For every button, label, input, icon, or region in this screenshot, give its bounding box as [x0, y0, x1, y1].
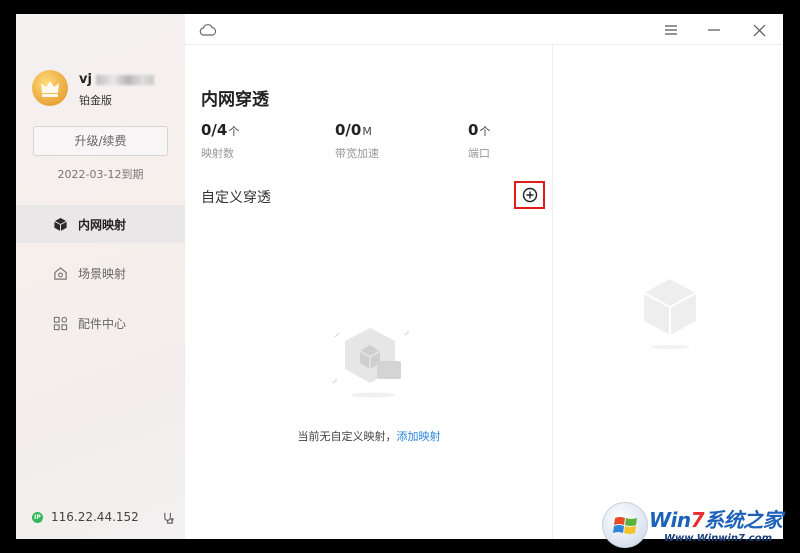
stat-mappings: 0/4个 映射数	[201, 120, 239, 161]
menu-icon[interactable]	[662, 21, 680, 39]
watermark-text-prefix: Win	[649, 508, 691, 532]
add-mapping-button[interactable]	[514, 181, 545, 209]
tier-label: 铂金版	[79, 94, 112, 107]
username: vj	[79, 72, 174, 87]
username-text: vj	[79, 72, 92, 87]
detail-panel	[554, 45, 783, 539]
main-panel: 内网穿透 0/4个 映射数 0/0M 带宽加速 0个 端口 自定义穿透 当前无自…	[185, 45, 553, 539]
stat-value: 0/4	[201, 121, 228, 139]
ip-address: IP 116.22.44.152	[32, 510, 139, 524]
stat-unit: 个	[479, 125, 491, 138]
cube-placeholder-icon	[640, 275, 700, 359]
username-blurred	[95, 74, 154, 85]
app-window: vj 铂金版 升级/续费 2022-03-12到期 内网映射 场景映射 配件中心…	[16, 14, 783, 539]
grid-icon	[52, 315, 68, 331]
empty-state-illustration	[325, 323, 415, 407]
stat-label: 映射数	[201, 147, 234, 160]
sidebar: vj 铂金版 升级/续费 2022-03-12到期 内网映射 场景映射 配件中心…	[16, 14, 185, 539]
crown-icon	[41, 81, 59, 97]
home-icon	[52, 265, 68, 281]
stat-label: 带宽加速	[335, 147, 379, 160]
stat-label: 端口	[468, 147, 490, 160]
stat-unit: M	[362, 125, 372, 138]
stat-ports: 0个 端口	[468, 120, 490, 161]
title-bar	[185, 14, 783, 45]
close-icon[interactable]	[750, 21, 768, 39]
sidebar-item-label: 场景映射	[78, 266, 127, 281]
ip-status-icon: IP	[32, 511, 43, 523]
sidebar-item-scene-mapping[interactable]: 场景映射	[16, 254, 185, 292]
watermark-url: Www.Winwin7.com	[664, 533, 773, 544]
upgrade-button[interactable]: 升级/续费	[33, 126, 168, 156]
empty-message: 当前无自定义映射，	[297, 430, 397, 443]
windows-logo-icon	[602, 502, 648, 548]
watermark-text-suffix: 系统之家	[704, 508, 783, 532]
watermark-text-seven: 7	[690, 508, 705, 532]
stat-value: 0/0	[335, 121, 362, 139]
sidebar-item-label: 内网映射	[78, 217, 127, 232]
avatar[interactable]	[32, 70, 68, 106]
network-diagnose-icon[interactable]	[162, 510, 175, 529]
stat-value: 0	[468, 121, 479, 139]
sidebar-item-label: 配件中心	[78, 316, 127, 331]
stat-unit: 个	[228, 125, 240, 138]
expire-date: 2022-03-12到期	[57, 168, 144, 181]
watermark: Win7系统之家 Www.Winwin7.com	[602, 500, 800, 553]
cloud-icon[interactable]	[199, 22, 217, 41]
sidebar-item-intranet-mapping[interactable]: 内网映射	[16, 205, 185, 243]
plus-circle-icon	[522, 187, 537, 203]
sidebar-item-accessories[interactable]: 配件中心	[16, 304, 185, 342]
page-title: 内网穿透	[201, 90, 269, 110]
watermark-title: Win7系统之家	[649, 504, 783, 533]
empty-state-text: 当前无自定义映射，添加映射	[185, 428, 553, 444]
ip-text: 116.22.44.152	[51, 510, 139, 524]
minimize-icon[interactable]	[705, 21, 723, 39]
cube-icon	[52, 216, 68, 232]
stat-bandwidth: 0/0M 带宽加速	[335, 120, 379, 161]
section-title: 自定义穿透	[201, 190, 271, 206]
add-mapping-link[interactable]: 添加映射	[397, 430, 441, 443]
